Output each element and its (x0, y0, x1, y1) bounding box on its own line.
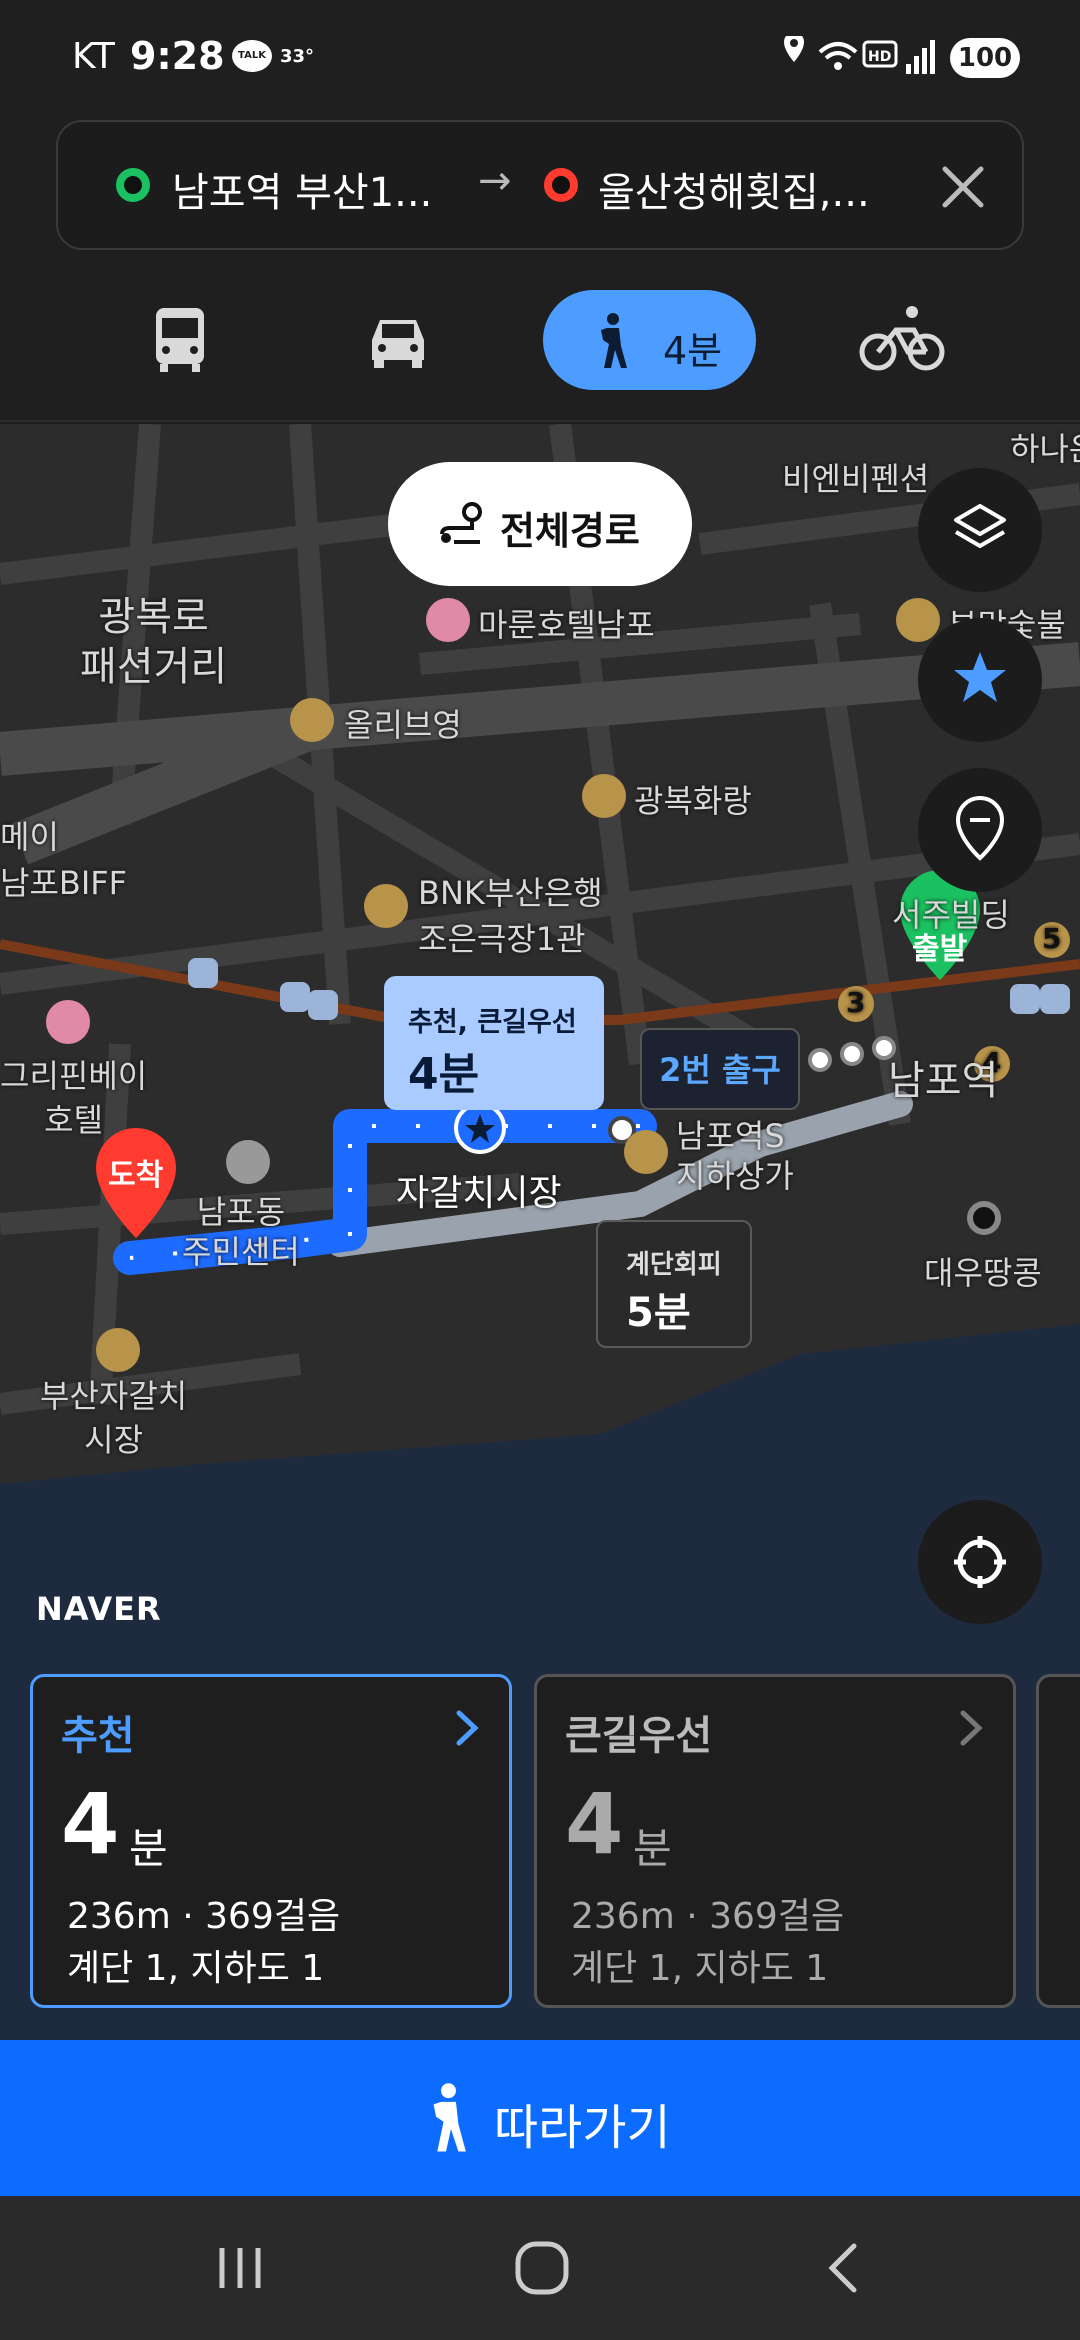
route-tooltip-title: 추천, 큰길우선 (408, 1007, 577, 1038)
map-label-biff: 메이 남포BIFF (0, 818, 128, 902)
route-card-details: 계단 1, 지하도 1 (67, 1948, 325, 1989)
current-location-button[interactable] (918, 1500, 1042, 1624)
map-label-griffin: 그리핀베이 호텔 (0, 1057, 148, 1139)
signal-icons: HD (784, 36, 935, 74)
map-label-bnk: BNK부산은행 조은극장1관 (418, 874, 603, 958)
follow-button[interactable]: 따라가기 (0, 2040, 1080, 2196)
map-label-nampo-station: 남포역 (888, 1058, 999, 1104)
full-route-button[interactable]: 전체경로 (388, 462, 692, 586)
full-route-label: 전체경로 (500, 509, 640, 553)
route-card-main-road[interactable]: 큰길우선 4 분 236m · 369걸음 계단 1, 지하도 1 (534, 1674, 1016, 2008)
stairs-avoid-tooltip[interactable]: 계단회피 5분 (596, 1220, 752, 1348)
route-tooltip[interactable]: 추천, 큰길우선 4분 (384, 976, 604, 1110)
route-card-details: 계단 1, 지하도 1 (571, 1948, 829, 1989)
route-summary[interactable]: 남포역 부산1... → 울산청해횟집,... (56, 120, 1024, 250)
map-label-jagalchi: 자갈치시장 (396, 1173, 562, 1214)
route-card-minutes: 4 (61, 1775, 120, 1873)
route-icon (440, 502, 482, 544)
location-pin-icon (955, 795, 1005, 861)
start-pin-label: 출발 (912, 932, 968, 967)
follow-label: 따라가기 (494, 2100, 671, 2156)
destination-label[interactable]: 울산청해횟집,... (598, 160, 870, 218)
transport-mode-tabs: 4분 (0, 262, 1080, 422)
route-card-name: 큰길우선 (565, 1713, 713, 1759)
naver-logo: NAVER (36, 1590, 162, 1628)
map-label-busan-jagalchi: 부산자갈치 시장 (40, 1377, 188, 1459)
battery-indicator: 100 (950, 38, 1020, 78)
back-icon[interactable] (806, 2232, 886, 2304)
star-icon (954, 652, 1006, 702)
origin-dot-icon (116, 168, 150, 202)
carrier-label: KT (72, 36, 115, 77)
chevron-right-icon (456, 1710, 479, 1746)
system-nav-bar (0, 2196, 1080, 2340)
route-card-peek[interactable] (1036, 1674, 1080, 2008)
svg-text:HD: HD (868, 49, 891, 65)
exit-tooltip[interactable]: 2번 출구 (640, 1028, 800, 1110)
kakaotalk-icon: TALK (232, 40, 272, 72)
route-card-recommended[interactable]: 추천 4 분 236m · 369걸음 계단 1, 지하도 1 (30, 1674, 512, 2008)
walk-icon (433, 2083, 466, 2152)
route-card-distance: 236m · 369걸음 (67, 1896, 341, 1937)
route-card-unit: 분 (129, 1824, 168, 1873)
status-bar: KT 9:28 TALK 33° HD 100 (0, 0, 1080, 110)
exit-badge-5: 5 (1042, 922, 1062, 955)
stairs-avoid-time: 5분 (626, 1290, 691, 1336)
home-icon[interactable] (502, 2232, 582, 2304)
close-icon[interactable] (928, 152, 998, 222)
route-card-distance: 236m · 369걸음 (571, 1896, 845, 1937)
route-arrow: → (478, 158, 512, 204)
origin-label[interactable]: 남포역 부산1... (172, 160, 432, 218)
route-card-unit: 분 (633, 1824, 672, 1873)
clock: 9:28 (130, 34, 225, 78)
end-pin-label: 도착 (108, 1158, 164, 1193)
tab-walk[interactable]: 4분 (543, 290, 756, 390)
layers-icon (954, 504, 1006, 548)
crosshair-icon (954, 1536, 1006, 1588)
route-card-name: 추천 (61, 1713, 135, 1759)
recent-apps-icon[interactable] (200, 2232, 280, 2304)
map-label-nampodong-center: 남포동 주민센터 (182, 1193, 300, 1271)
stairs-avoid-title: 계단회피 (626, 1250, 722, 1280)
temperature-label: 33° (280, 46, 315, 67)
bike-icon[interactable] (852, 290, 952, 390)
chevron-right-icon (960, 1710, 983, 1746)
route-card-minutes: 4 (565, 1775, 624, 1873)
map-label-nampo-underground: 남포역S 지하상가 (676, 1117, 794, 1195)
walk-icon (601, 313, 627, 368)
map-label-marun-hotel: 마룬호텔남포 (478, 606, 655, 644)
layers-button[interactable] (918, 468, 1042, 592)
bus-icon[interactable] (130, 290, 230, 390)
map-label-bienbi: 비엔비펜션 (782, 460, 930, 498)
map-label-oliveyoung: 올리브영 (344, 706, 462, 744)
walk-duration: 4분 (663, 329, 723, 373)
destination-dot-icon (544, 168, 578, 202)
map-label-gwangbok: 광복로 패션거리 (80, 594, 228, 690)
map-label-gwangbok-hwarang: 광복화랑 (634, 782, 752, 820)
exit-badge-3: 3 (846, 986, 866, 1019)
map-label-daewoo: 대우땅콩 (924, 1254, 1042, 1292)
route-options: 추천 4 분 236m · 369걸음 계단 1, 지하도 1 큰길우선 4 분… (0, 1660, 1080, 2040)
favorites-button[interactable] (918, 618, 1042, 742)
route-tooltip-time: 4분 (408, 1049, 480, 1100)
car-icon[interactable] (348, 290, 448, 390)
place-button[interactable] (918, 768, 1042, 892)
map-label-hana: 하나은 (1010, 430, 1080, 468)
